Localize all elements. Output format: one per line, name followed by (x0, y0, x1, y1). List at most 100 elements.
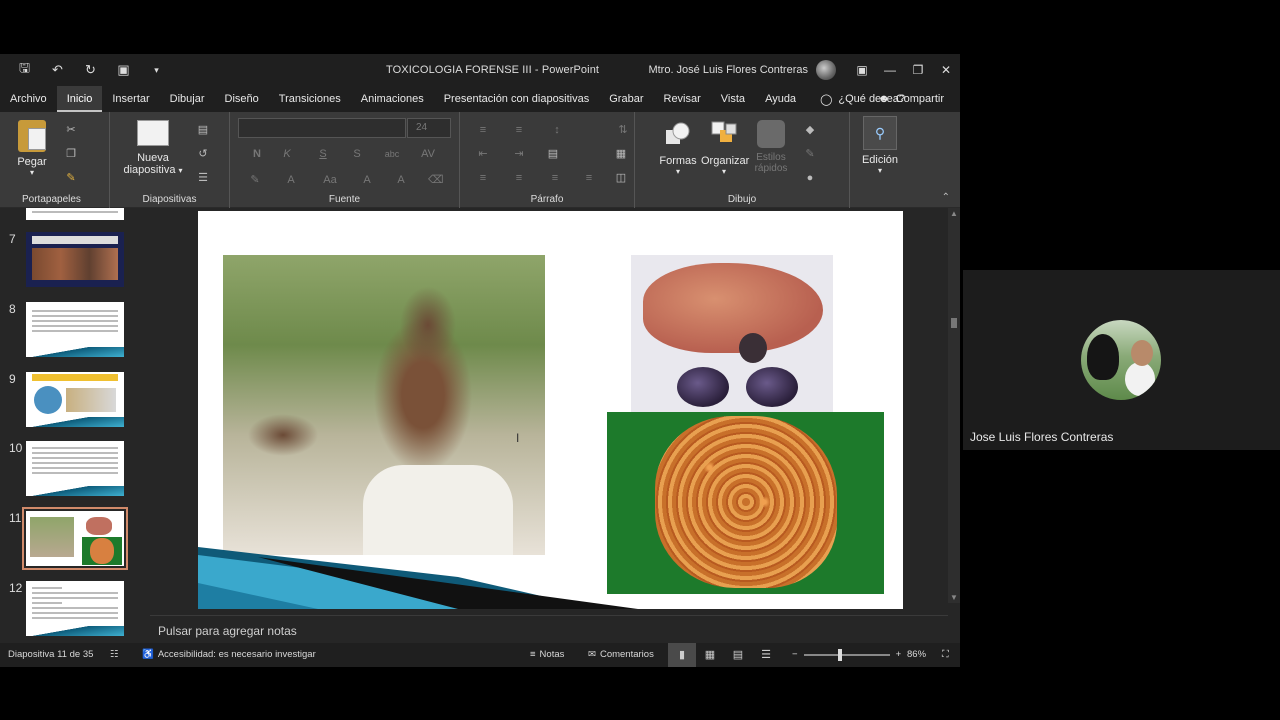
spell-check-icon[interactable]: ☷ (110, 643, 119, 667)
accessibility-checker[interactable]: ♿ Accesibilidad: es necesario investigar (142, 643, 316, 667)
tab-grabar[interactable]: Grabar (599, 86, 653, 112)
copy-icon[interactable]: ❐ (64, 148, 78, 160)
tab-revisar[interactable]: Revisar (654, 86, 711, 112)
justify-icon[interactable]: ≡ (582, 172, 596, 184)
grow-font-icon[interactable]: A (360, 174, 374, 186)
format-painter-icon[interactable]: ✎ (64, 172, 78, 184)
tab-presentacion[interactable]: Presentación con diapositivas (434, 86, 600, 112)
slideshow-view-icon[interactable]: ☰ (752, 643, 780, 667)
customize-qat-chevron-icon[interactable]: ▾ (140, 54, 173, 86)
slide-thumbnail-9[interactable] (26, 372, 124, 427)
reset-icon[interactable]: ↺ (196, 148, 210, 160)
italic-icon[interactable]: K (280, 148, 294, 160)
align-left-icon[interactable]: ≡ (476, 172, 490, 184)
quick-styles-button[interactable]: Estilos rápidos (751, 120, 791, 174)
account-avatar[interactable] (816, 60, 836, 80)
tab-inicio[interactable]: Inicio (56, 86, 103, 112)
slide-thumbnail-12[interactable] (26, 581, 124, 636)
shape-effects-icon[interactable]: ● (803, 172, 817, 184)
decrease-indent-icon[interactable]: ⇤ (476, 148, 490, 160)
status-bar: Diapositiva 11 de 35 ☷ ♿ Accesibilidad: … (0, 643, 960, 667)
scrollbar-thumb[interactable] (951, 318, 957, 328)
tab-ayuda[interactable]: Ayuda (755, 86, 806, 112)
close-icon[interactable]: ✕ (932, 54, 960, 86)
slide-thumbnail-6[interactable] (26, 208, 124, 220)
line-spacing-icon[interactable]: ↕ (550, 124, 564, 136)
slide-thumbnail-pane[interactable]: 7 8 9 10 11 12 (0, 208, 150, 638)
align-right-icon[interactable]: ≡ (548, 172, 562, 184)
minimize-icon[interactable]: — (876, 54, 904, 86)
tab-transiciones[interactable]: Transiciones (269, 86, 351, 112)
photo-man-showing-hands[interactable] (223, 255, 545, 555)
save-icon[interactable]: 🖫 (8, 54, 41, 86)
tab-archivo[interactable]: Archivo (0, 86, 57, 112)
shape-outline-icon[interactable]: ✎ (803, 148, 817, 160)
strikethrough-icon[interactable]: abc (382, 148, 402, 160)
tab-diseno[interactable]: Diseño (215, 86, 269, 112)
slide-thumbnail-7[interactable] (26, 232, 124, 287)
current-slide-canvas[interactable]: I (198, 211, 903, 609)
present-from-start-icon[interactable]: ▣ (107, 54, 140, 86)
undo-icon[interactable]: ↶ (41, 54, 74, 86)
participant-tile[interactable]: Jose Luis Flores Contreras (963, 270, 1280, 450)
slide-thumbnail-10[interactable] (26, 441, 124, 496)
normal-view-icon[interactable]: ▮ (668, 643, 696, 667)
tab-animaciones[interactable]: Animaciones (351, 86, 434, 112)
section-icon[interactable]: ☰ (196, 172, 210, 184)
char-spacing-icon[interactable]: AV (418, 148, 438, 160)
share-button[interactable]: ☻ Compartir (878, 86, 944, 112)
share-label: Compartir (895, 93, 944, 105)
new-slide-button[interactable]: Nueva diapositiva ▾ (118, 120, 188, 176)
notes-toggle-button[interactable]: ≡ Notas (530, 643, 564, 667)
collapse-ribbon-icon[interactable]: ⌃ (942, 192, 950, 203)
align-text-icon[interactable]: ▦ (614, 148, 628, 160)
shapes-button[interactable]: Formas ▾ (659, 120, 697, 176)
account-name[interactable]: Mtro. José Luis Flores Contreras (648, 64, 808, 76)
change-case-icon[interactable]: Aa (320, 174, 340, 186)
font-family-combobox[interactable] (238, 118, 406, 138)
photo-liver-and-kidneys[interactable] (631, 255, 833, 412)
tab-vista[interactable]: Vista (711, 86, 755, 112)
numbering-icon[interactable]: ≡ (512, 124, 526, 136)
zoom-level[interactable]: 86% (907, 643, 926, 667)
shadow-icon[interactable]: S (350, 148, 364, 160)
clear-format-icon[interactable]: ⌫ (428, 174, 444, 186)
comments-toggle-button[interactable]: ✉ Comentarios (588, 643, 654, 667)
smartart-icon[interactable]: ◫ (614, 172, 628, 184)
restore-icon[interactable]: ❐ (904, 54, 932, 86)
redo-icon[interactable]: ↻ (74, 54, 107, 86)
arrange-label: Organizar (701, 155, 750, 167)
columns-icon[interactable]: ▤ (546, 148, 560, 160)
editing-button[interactable]: ⚲ Edición ▾ (857, 116, 903, 175)
shrink-font-icon[interactable]: A (394, 174, 408, 186)
tab-insertar[interactable]: Insertar (102, 86, 159, 112)
underline-icon[interactable]: S (316, 148, 330, 160)
font-color-icon[interactable]: A (284, 174, 298, 186)
zoom-slider[interactable]: − + (792, 643, 901, 667)
cut-icon[interactable]: ✂ (64, 124, 78, 136)
zoom-out-icon[interactable]: − (792, 643, 798, 667)
vertical-scrollbar[interactable]: ▲ ▼ (948, 208, 960, 603)
increase-indent-icon[interactable]: ⇥ (512, 148, 526, 160)
slide-sorter-view-icon[interactable]: ▦ (696, 643, 724, 667)
slide-thumbnail-11[interactable] (22, 507, 128, 570)
slide-thumbnail-8[interactable] (26, 302, 124, 357)
paste-button[interactable]: Pegar ▾ (12, 120, 52, 177)
tab-dibujar[interactable]: Dibujar (160, 86, 215, 112)
shape-fill-icon[interactable]: ◆ (803, 124, 817, 136)
text-highlight-icon[interactable]: ✎ (248, 174, 262, 186)
zoom-track[interactable] (803, 649, 890, 661)
zoom-in-icon[interactable]: + (896, 643, 902, 667)
fit-slide-icon[interactable]: ⛶ (942, 643, 949, 667)
align-center-icon[interactable]: ≡ (512, 172, 526, 184)
reading-view-icon[interactable]: ▤ (724, 643, 752, 667)
bold-icon[interactable]: N (250, 148, 264, 160)
bullets-icon[interactable]: ≡ (476, 124, 490, 136)
arrange-button[interactable]: Organizar ▾ (701, 120, 750, 176)
ribbon-display-options-icon[interactable]: ▣ (848, 54, 876, 86)
font-size-combobox[interactable]: 24 (407, 118, 451, 138)
notes-pane[interactable]: Pulsar para agregar notas (150, 615, 948, 645)
text-direction-icon[interactable]: ⇅ (616, 124, 630, 136)
layout-icon[interactable]: ▤ (196, 124, 210, 136)
zoom-knob[interactable] (837, 649, 842, 661)
